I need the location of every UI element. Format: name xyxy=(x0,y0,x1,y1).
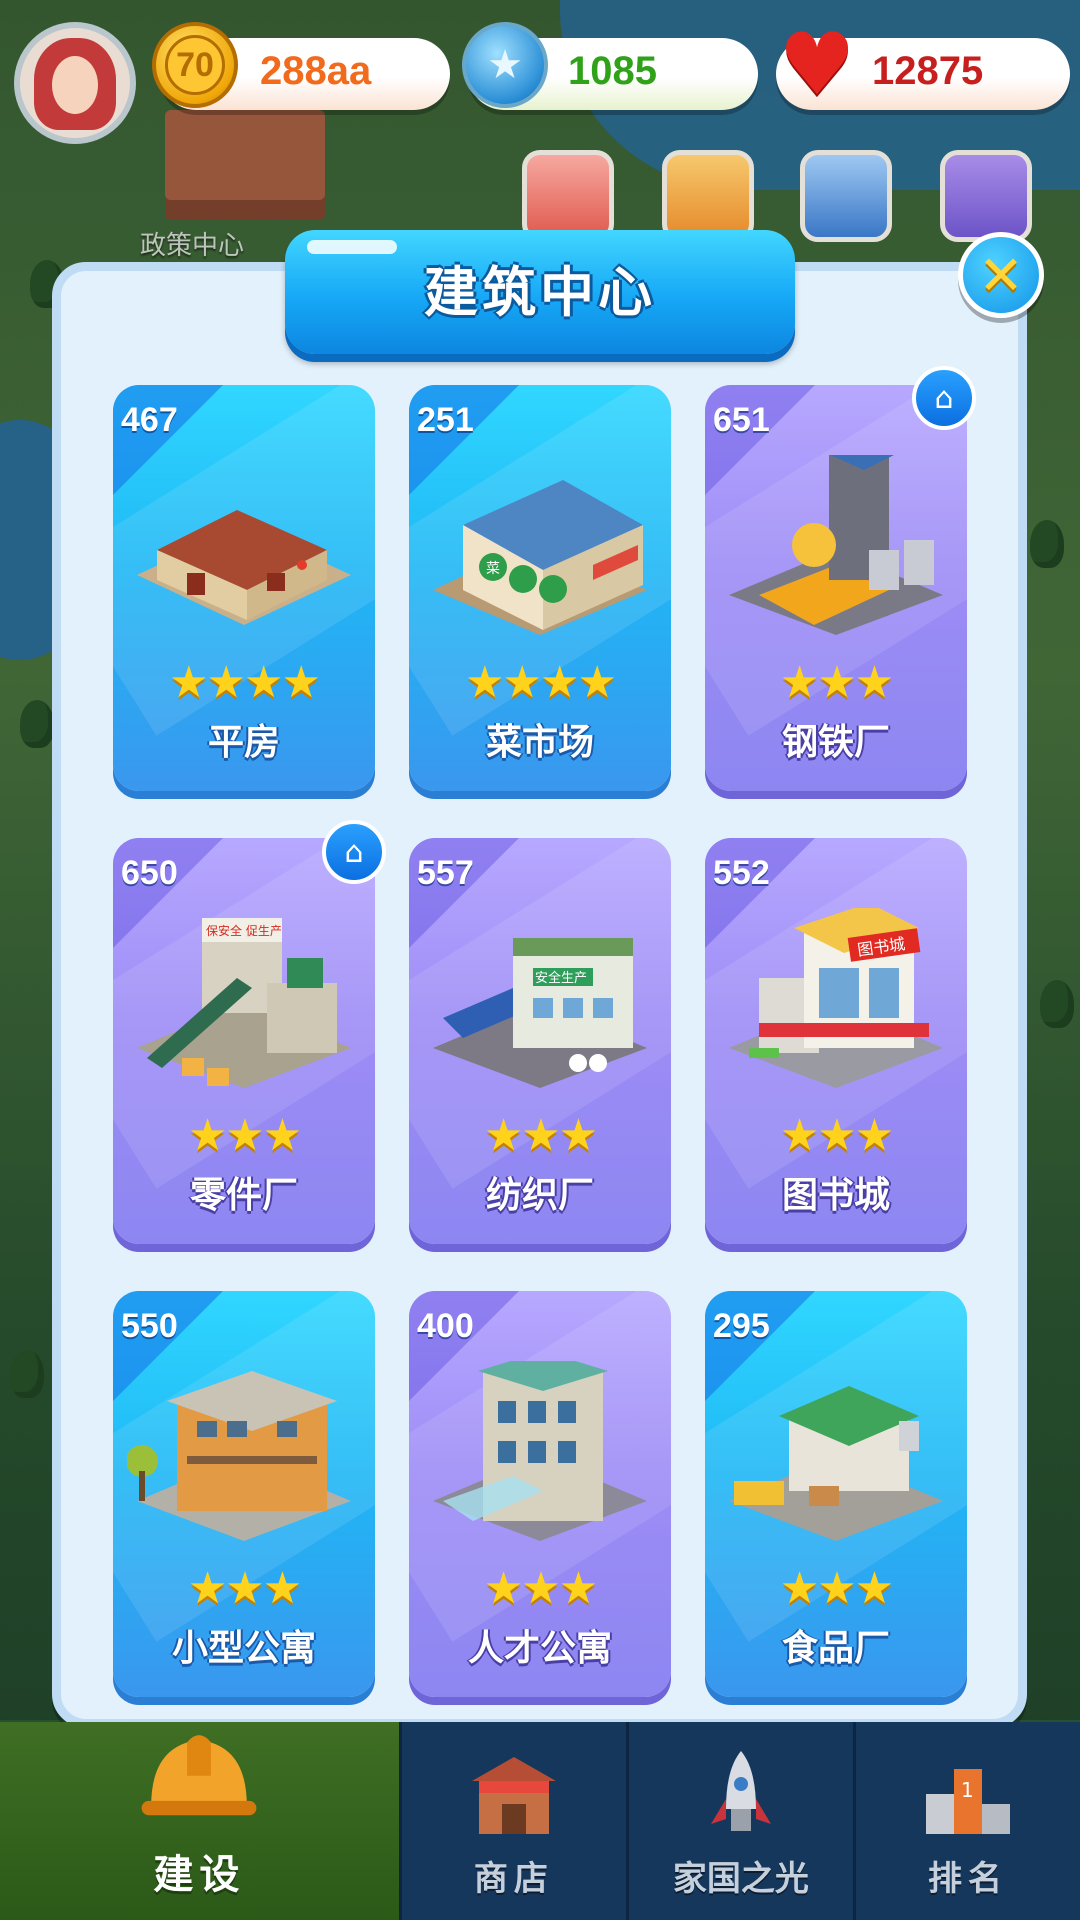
nav-label: 排名 xyxy=(927,1859,1008,1899)
handshake-event-icon[interactable] xyxy=(662,150,754,242)
shop-icon xyxy=(471,1757,556,1834)
nav-label: 建设 xyxy=(153,1852,246,1898)
nav-shop[interactable]: 商店 xyxy=(398,1722,626,1920)
building-level: 295 xyxy=(713,1307,770,1345)
building-level: 651 xyxy=(713,401,770,439)
nav-build[interactable]: 建设 xyxy=(0,1722,399,1920)
star-rating: ★★★★ xyxy=(465,657,617,708)
star-rating: ★★★ xyxy=(483,1563,598,1614)
building-card-book-city[interactable]: 552 图书城 ★★★ 图书城 xyxy=(705,838,967,1244)
star-rating: ★★★ xyxy=(483,1110,598,1161)
building-card-food-factory[interactable]: 295 ★★★ 食品厂 xyxy=(705,1291,967,1697)
coin-icon-label: 70 xyxy=(165,35,225,95)
coin-value: 288aa xyxy=(260,49,372,93)
building-level: 251 xyxy=(417,401,474,439)
star-rating: ★★★ xyxy=(779,1110,894,1161)
textile-sign-text: 安全生产 xyxy=(535,970,587,986)
building-name: 食品厂 xyxy=(781,1628,890,1669)
podium-icon: 1 xyxy=(925,1769,1010,1834)
close-button[interactable]: ✕ xyxy=(958,232,1044,318)
anniversary-event-icon[interactable] xyxy=(522,150,614,242)
rocket-event-icon[interactable] xyxy=(800,150,892,242)
building-level: 552 xyxy=(713,854,770,892)
parts-factory-icon: 保安全 促生产 xyxy=(137,918,351,1088)
nav-label: 商店 xyxy=(473,1859,554,1899)
gem-value: 1085 xyxy=(568,49,657,93)
parts-sign-text: 保安全 促生产 xyxy=(206,923,282,938)
small-apartment-icon xyxy=(127,1371,351,1541)
building-card-vegetable-market[interactable]: 251 菜 ★★★★ 菜市场 xyxy=(409,385,671,791)
building-card-textile-mill[interactable]: 557 安全生产 ★★★ 纺织厂 xyxy=(409,838,671,1244)
heart-value: 12875 xyxy=(872,49,984,93)
building-level: 557 xyxy=(417,854,474,892)
building-name: 纺织厂 xyxy=(485,1175,594,1216)
globe-event-icon[interactable] xyxy=(940,150,1032,242)
building-card-bungalow[interactable]: 467 ★★★★ 平房 xyxy=(113,385,375,791)
building-level: 467 xyxy=(121,401,178,439)
avatar-face xyxy=(52,56,98,114)
podium-first-text: 1 xyxy=(961,1778,974,1802)
building-card-parts-factory[interactable]: 650 保安全 促生产 ★★★ 零件厂 xyxy=(113,838,375,1244)
nav-label: 家国之光 xyxy=(672,1859,809,1899)
panel-title-banner: 建筑中心 xyxy=(285,230,795,354)
steel-mill-icon xyxy=(729,455,943,635)
building-card-steel-mill[interactable]: 651 ★★★ 钢铁厂 xyxy=(705,385,967,791)
talent-apartment-icon xyxy=(433,1361,647,1541)
building-name: 小型公寓 xyxy=(171,1628,316,1669)
bungalow-icon xyxy=(137,510,351,625)
nav-national-glory[interactable]: 家国之光 xyxy=(625,1722,853,1920)
heart-icon: ♥ xyxy=(778,15,856,115)
star-rating: ★★★ xyxy=(187,1110,302,1161)
building-name: 钢铁厂 xyxy=(781,722,890,763)
vegetable-market-icon: 菜 xyxy=(433,480,647,635)
building-level: 550 xyxy=(121,1307,178,1345)
star-rating: ★★★ xyxy=(779,657,894,708)
building-level: 400 xyxy=(417,1307,474,1345)
textile-mill-icon: 安全生产 xyxy=(433,938,647,1088)
book-city-icon: 图书城 xyxy=(729,908,943,1088)
coin-icon: 70 xyxy=(152,22,238,108)
bottom-navigation: 建设 商店 家国之光 1 排名 xyxy=(0,1722,1080,1920)
rocket-icon xyxy=(710,1751,771,1831)
panel-title: 建筑中心 xyxy=(424,260,656,324)
star-gem-icon: ★ xyxy=(462,22,548,108)
close-icon: ✕ xyxy=(978,243,1024,307)
building-name: 人才公寓 xyxy=(467,1628,612,1669)
nav-ranking[interactable]: 1 排名 xyxy=(852,1722,1080,1920)
building-card-talent-apartment[interactable]: 400 ★★★ 人才公寓 xyxy=(409,1291,671,1697)
hard-hat-icon xyxy=(142,1735,257,1816)
building-name: 零件厂 xyxy=(189,1175,298,1216)
home-icon[interactable]: ⌂ xyxy=(322,820,386,884)
building-name: 图书城 xyxy=(781,1175,890,1216)
market-sign-text: 菜 xyxy=(486,561,500,577)
food-factory-icon xyxy=(729,1386,943,1541)
building-card-small-apartment[interactable]: 550 ★★★ 小型公寓 xyxy=(113,1291,375,1697)
player-avatar[interactable] xyxy=(14,22,136,144)
home-icon[interactable]: ⌂ xyxy=(912,366,976,430)
building-name: 平房 xyxy=(207,722,280,763)
building-level: 650 xyxy=(121,854,178,892)
star-rating: ★★★ xyxy=(779,1563,894,1614)
star-rating: ★★★ xyxy=(187,1563,302,1614)
star-rating: ★★★★ xyxy=(169,657,321,708)
building-name: 菜市场 xyxy=(485,722,594,763)
